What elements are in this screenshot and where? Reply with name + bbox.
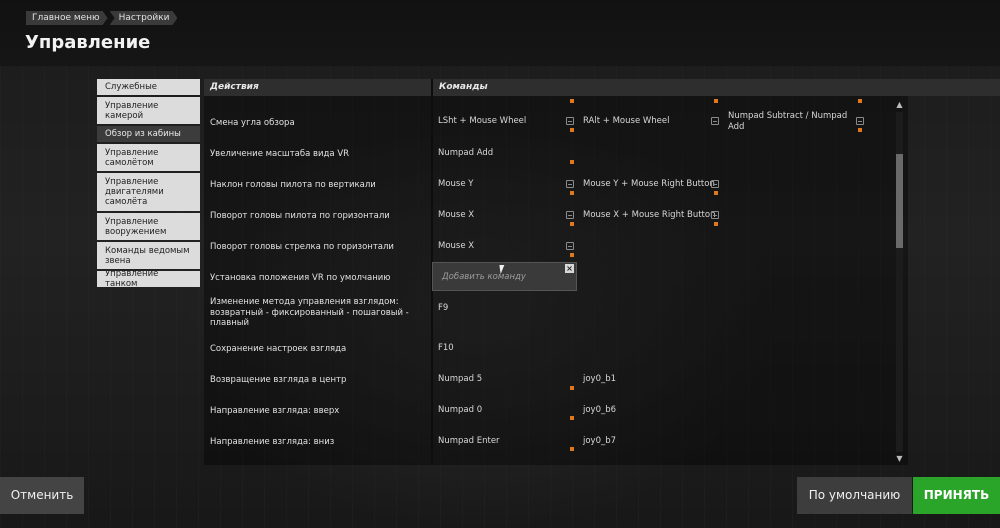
scroll-down-icon[interactable]: ▼ bbox=[895, 455, 904, 463]
binding-marker-icon bbox=[570, 222, 574, 226]
binding-marker-icon bbox=[570, 99, 574, 103]
command-binding[interactable]: joy0_b6 bbox=[583, 405, 616, 416]
action-label: Наклон головы пилота по вертикали bbox=[210, 180, 376, 190]
action-label: Сохранение настроек взгляда bbox=[210, 344, 347, 354]
sidebar-item-cockpit-view[interactable]: Обзор из кабины bbox=[97, 126, 200, 142]
action-label: Возвращение взгляда в центр bbox=[210, 375, 347, 385]
command-binding[interactable]: joy0_b7 bbox=[583, 436, 616, 447]
action-label: Поворот головы пилота по горизонтали bbox=[210, 211, 390, 221]
cancel-button[interactable]: Отменить bbox=[0, 477, 84, 514]
sidebar-item-camera[interactable]: Управление камерой bbox=[97, 97, 200, 124]
delete-binding-icon[interactable] bbox=[711, 180, 719, 188]
command-binding[interactable]: Mouse X bbox=[438, 241, 474, 252]
binding-marker-icon bbox=[714, 191, 718, 195]
delete-binding-icon[interactable] bbox=[856, 117, 864, 125]
sidebar-item-wingmen[interactable]: Команды ведомым звена bbox=[97, 242, 200, 269]
command-binding[interactable]: Numpad Subtract / Numpad Add bbox=[728, 111, 848, 132]
delete-binding-icon[interactable] bbox=[711, 211, 719, 219]
action-label: Установка положения VR по умолчанию bbox=[210, 273, 391, 283]
reset-default-button[interactable]: По умолчанию bbox=[797, 477, 912, 514]
binding-marker-icon bbox=[570, 191, 574, 195]
command-binding[interactable]: Mouse Y + Mouse Right Button bbox=[583, 179, 715, 190]
scroll-up-icon[interactable]: ▲ bbox=[895, 101, 904, 109]
sidebar-item-label: Команды ведомым звена bbox=[105, 245, 190, 266]
command-binding[interactable]: F10 bbox=[438, 343, 454, 354]
binding-marker-icon bbox=[714, 99, 718, 103]
binding-marker-icon bbox=[570, 386, 574, 390]
delete-binding-icon[interactable] bbox=[566, 242, 574, 250]
binding-marker-icon bbox=[570, 253, 574, 257]
breadcrumb: Главное меню Настройки bbox=[26, 11, 179, 25]
apply-button[interactable]: ПРИНЯТЬ bbox=[913, 477, 1000, 514]
sidebar-item-weapons[interactable]: Управление вооружением bbox=[97, 213, 200, 240]
delete-binding-icon[interactable] bbox=[566, 211, 574, 219]
binding-marker-icon bbox=[570, 416, 574, 420]
command-binding[interactable]: RAlt + Mouse Wheel bbox=[583, 116, 670, 127]
command-binding[interactable]: Numpad 5 bbox=[438, 374, 482, 385]
sidebar-item-label: Управление двигателями самолёта bbox=[105, 177, 164, 207]
action-label: Смена угла обзора bbox=[210, 118, 295, 128]
sidebar-item-label: Управление танком bbox=[105, 269, 159, 289]
binding-marker-icon bbox=[714, 222, 718, 226]
command-binding[interactable]: F9 bbox=[438, 303, 448, 314]
sidebar-item-label: Управление самолётом bbox=[105, 147, 159, 168]
actions-column-header: Действия bbox=[204, 79, 431, 96]
commands-column-header: Команды bbox=[433, 79, 1000, 96]
delete-binding-icon[interactable] bbox=[566, 117, 574, 125]
breadcrumb-main-menu[interactable]: Главное меню bbox=[26, 11, 108, 25]
mouse-cursor-icon bbox=[499, 265, 506, 274]
sidebar-item-tank[interactable]: Управление танком bbox=[97, 269, 200, 289]
sidebar-item-service[interactable]: Служебные bbox=[97, 79, 200, 95]
binding-marker-icon bbox=[570, 128, 574, 132]
sidebar-item-engine-control[interactable]: Управление двигателями самолёта bbox=[97, 173, 200, 211]
command-binding[interactable]: Numpad 0 bbox=[438, 405, 482, 416]
binding-marker-icon bbox=[570, 160, 574, 164]
category-sidebar: Служебные Управление камерой Обзор из ка… bbox=[97, 79, 200, 289]
command-binding[interactable]: joy0_b1 bbox=[583, 374, 616, 385]
delete-binding-icon[interactable] bbox=[566, 180, 574, 188]
command-binding[interactable]: Mouse X + Mouse Right Button bbox=[583, 210, 715, 221]
command-binding[interactable]: Mouse X bbox=[438, 210, 474, 221]
command-binding[interactable]: Mouse Y bbox=[438, 179, 473, 190]
sidebar-item-aircraft-control[interactable]: Управление самолётом bbox=[97, 144, 200, 171]
sidebar-item-label: Управление камерой bbox=[105, 100, 159, 121]
command-binding[interactable]: Numpad Add bbox=[438, 148, 493, 159]
page-title: Управление bbox=[25, 32, 151, 53]
scrollbar-thumb[interactable] bbox=[896, 154, 903, 248]
delete-binding-icon[interactable] bbox=[711, 117, 719, 125]
close-icon[interactable]: × bbox=[565, 264, 574, 273]
command-binding[interactable]: LSht + Mouse Wheel bbox=[438, 116, 526, 127]
binding-marker-icon bbox=[858, 128, 862, 132]
action-label: Поворот головы стрелка по горизонтали bbox=[210, 242, 394, 252]
sidebar-item-label: Обзор из кабины bbox=[105, 129, 181, 139]
add-command-placeholder: Добавить команду bbox=[442, 272, 526, 282]
action-label: Направление взгляда: вниз bbox=[210, 437, 335, 447]
action-label: Увеличение масштаба вида VR bbox=[210, 149, 350, 159]
sidebar-item-label: Управление вооружением bbox=[105, 216, 167, 237]
binding-marker-icon bbox=[570, 447, 574, 451]
command-binding[interactable]: Numpad Enter bbox=[438, 436, 500, 447]
binding-marker-icon bbox=[858, 99, 862, 103]
action-label: Направление взгляда: вверх bbox=[210, 406, 340, 416]
breadcrumb-settings[interactable]: Настройки bbox=[110, 11, 178, 25]
action-label: Изменение метода управления взглядом: во… bbox=[210, 297, 409, 328]
sidebar-item-label: Служебные bbox=[105, 82, 158, 92]
